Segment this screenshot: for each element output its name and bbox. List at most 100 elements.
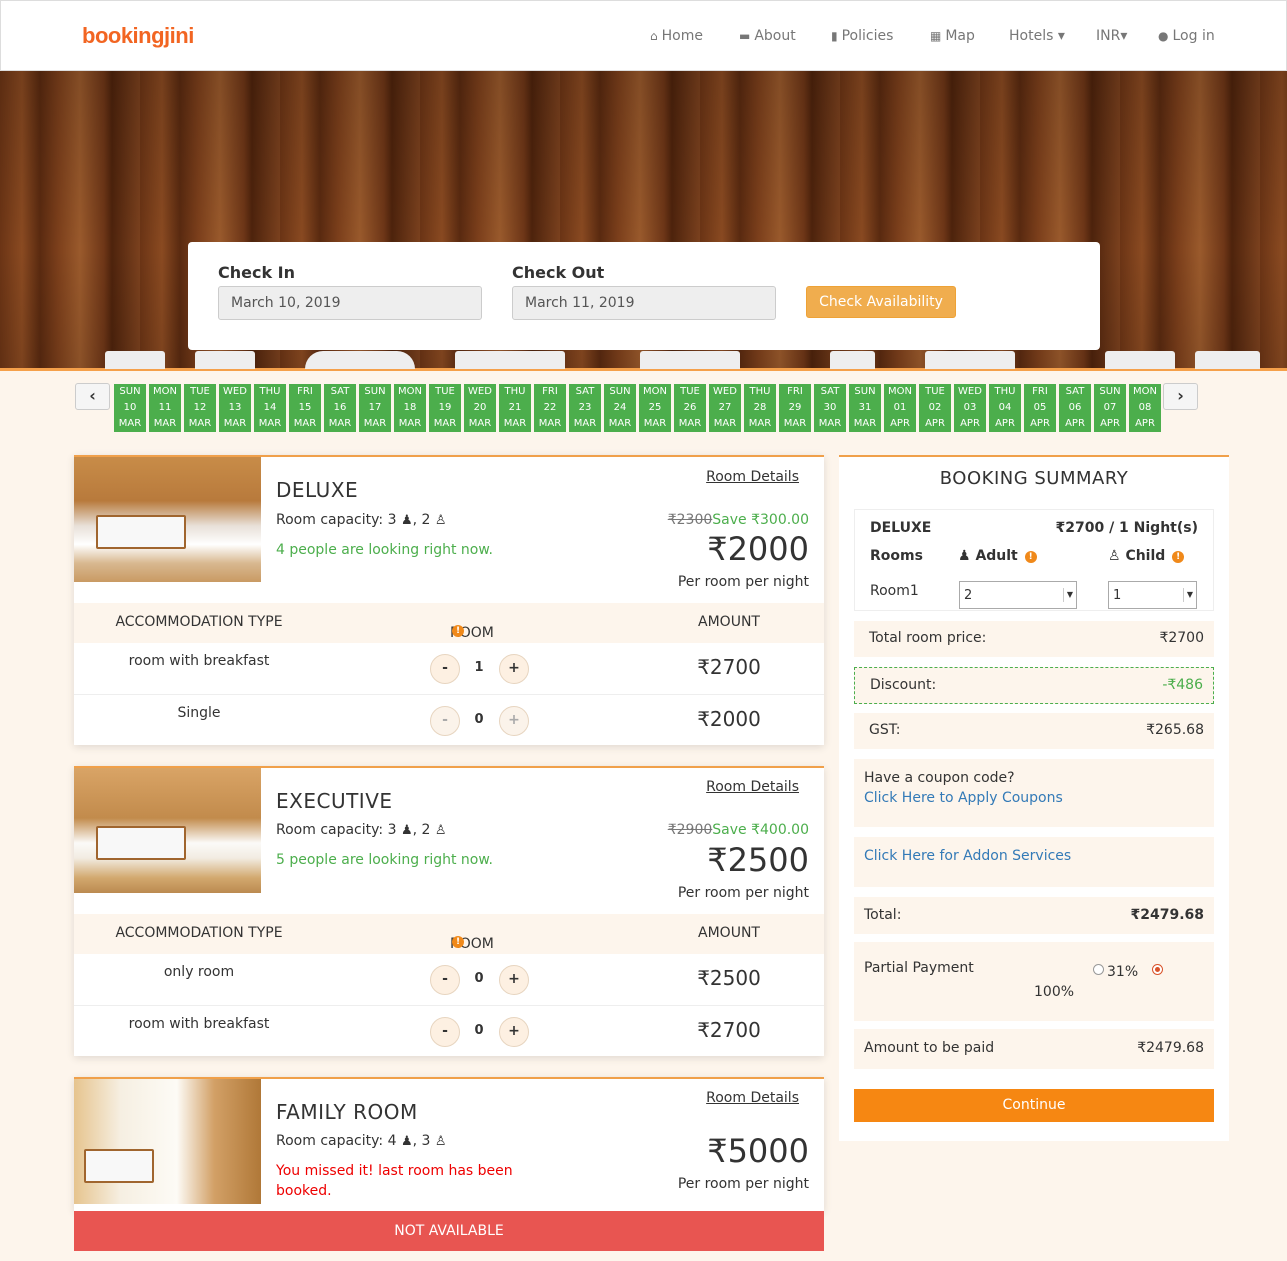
room-photo[interactable] [74,768,261,893]
date-cell[interactable]: TUE 12 MAR [184,384,216,432]
child-select[interactable]: 1 ▼ [1108,581,1197,609]
date-cell[interactable]: SUN 17 MAR [359,384,391,432]
date-day: 18 [403,402,417,413]
child-count: 2 [421,822,431,838]
accommodation-row: only room - 0 + ₹2500 [74,954,824,1006]
date-cell[interactable]: MON 18 MAR [394,384,426,432]
date-cell[interactable]: THU 21 MAR [499,384,531,432]
date-cell[interactable]: TUE 19 MAR [429,384,461,432]
apply-coupon-link[interactable]: Click Here to Apply Coupons [864,790,1063,806]
date-mon: MAR [748,418,772,429]
increase-room-button[interactable]: + [499,654,529,684]
date-cell[interactable]: THU 28 MAR [744,384,776,432]
prev-dates-button[interactable]: ‹ [75,383,110,410]
amount-to-pay-value: ₹2479.68 [1137,1040,1204,1056]
date-cell[interactable]: SUN 07 APR [1094,384,1126,432]
room-photo[interactable] [74,1079,261,1204]
date-cell[interactable]: MON 25 MAR [639,384,671,432]
adult-icon: ♟ [400,513,413,528]
date-cell[interactable]: TUE 02 APR [919,384,951,432]
date-cell[interactable]: SUN 10 MAR [114,384,146,432]
date-cell[interactable]: WED 20 MAR [464,384,496,432]
currency-dropdown[interactable]: INR▾ [1096,28,1127,44]
decrease-room-button[interactable]: - [430,706,460,736]
room-card-executive: EXECUTIVE Room Details Room capacity: 3 … [74,766,824,1056]
date-cell[interactable]: SAT 23 MAR [569,384,601,432]
partial-100-radio[interactable] [1152,964,1163,975]
date-cell[interactable]: SAT 06 APR [1059,384,1091,432]
checkin-input[interactable]: March 10, 2019 [218,286,482,320]
chevron-down-icon: ▼ [1183,588,1193,602]
date-cell[interactable]: WED 27 MAR [709,384,741,432]
date-cell[interactable]: SAT 16 MAR [324,384,356,432]
date-cell[interactable]: WED 13 MAR [219,384,251,432]
date-day: 12 [193,402,207,413]
room-capacity: Room capacity: 3 ♟, 2 ♙ [276,822,447,838]
nav-home[interactable]: ⌂ Home [650,28,703,44]
date-dow: TUE [435,386,455,397]
nav-hotels-dropdown[interactable]: Hotels ▾ [1009,28,1065,44]
date-day: 28 [753,402,767,413]
nav-policies-label: Policies [841,28,894,44]
date-cell[interactable]: SUN 31 MAR [849,384,881,432]
date-cell[interactable]: THU 14 MAR [254,384,286,432]
date-cell[interactable]: THU 04 APR [989,384,1021,432]
date-mon: MAR [153,418,177,429]
date-dow: THU [259,386,281,397]
total-room-price-value: ₹2700 [1159,630,1204,646]
increase-room-button[interactable]: + [499,1017,529,1047]
info-icon[interactable]: ! [1024,551,1037,563]
date-day: 21 [508,402,522,413]
partial-31-radio[interactable] [1093,964,1104,975]
decrease-room-button[interactable]: - [430,1017,460,1047]
room-details-link[interactable]: Room Details [706,1090,799,1106]
room-details-link[interactable]: Room Details [706,779,799,795]
date-day: 31 [858,402,872,413]
bookingjini-logo[interactable]: bookingjini [82,23,194,49]
child-icon: ♙ [434,513,447,528]
date-cell[interactable]: SUN 24 MAR [604,384,636,432]
date-dow: MON [153,386,177,397]
info-icon[interactable]: ! [452,625,464,637]
decrease-room-button[interactable]: - [430,965,460,995]
addon-box: Click Here for Addon Services [854,837,1214,887]
child-icon: ♙ [1108,548,1121,564]
decrease-room-button[interactable]: - [430,654,460,684]
info-icon[interactable]: ! [1172,551,1185,563]
total-label: Total: [864,907,902,923]
date-dow: SUN [854,386,876,397]
nav-login[interactable]: ● Log in [1158,28,1215,44]
date-cell[interactable]: MON 01 APR [884,384,916,432]
increase-room-button[interactable]: + [499,706,529,736]
date-day: 15 [298,402,312,413]
date-mon: APR [925,418,945,429]
date-cell[interactable]: MON 08 APR [1129,384,1161,432]
nav-policies[interactable]: ▮ Policies [831,28,893,44]
nav-map[interactable]: ▦ Map [930,28,975,44]
date-cell[interactable]: WED 03 APR [954,384,986,432]
adult-select[interactable]: 2 ▼ [959,581,1077,609]
check-availability-button[interactable]: Check Availability [806,286,956,318]
date-mon: MAR [118,418,142,429]
coupon-box: Have a coupon code? Click Here to Apply … [854,759,1214,827]
date-cell[interactable]: SAT 30 MAR [814,384,846,432]
date-cell[interactable]: FRI 29 MAR [779,384,811,432]
room-photo[interactable] [74,457,261,582]
date-dow: MON [888,386,912,397]
date-cell[interactable]: FRI 22 MAR [534,384,566,432]
continue-button[interactable]: Continue [854,1089,1214,1122]
room-details-link[interactable]: Room Details [706,469,799,485]
next-dates-button[interactable]: › [1163,383,1198,410]
date-cell[interactable]: TUE 26 MAR [674,384,706,432]
room1-label: Room1 [870,583,919,599]
partial-100-label: 100% [1034,984,1075,1000]
date-cell[interactable]: MON 11 MAR [149,384,181,432]
nav-about[interactable]: ▬ About [739,28,796,44]
addon-services-link[interactable]: Click Here for Addon Services [864,848,1071,864]
info-icon[interactable]: ! [452,936,464,948]
increase-room-button[interactable]: + [499,965,529,995]
date-cell[interactable]: FRI 15 MAR [289,384,321,432]
date-dow: SUN [1099,386,1121,397]
checkout-input[interactable]: March 11, 2019 [512,286,776,320]
date-cell[interactable]: FRI 05 APR [1024,384,1056,432]
